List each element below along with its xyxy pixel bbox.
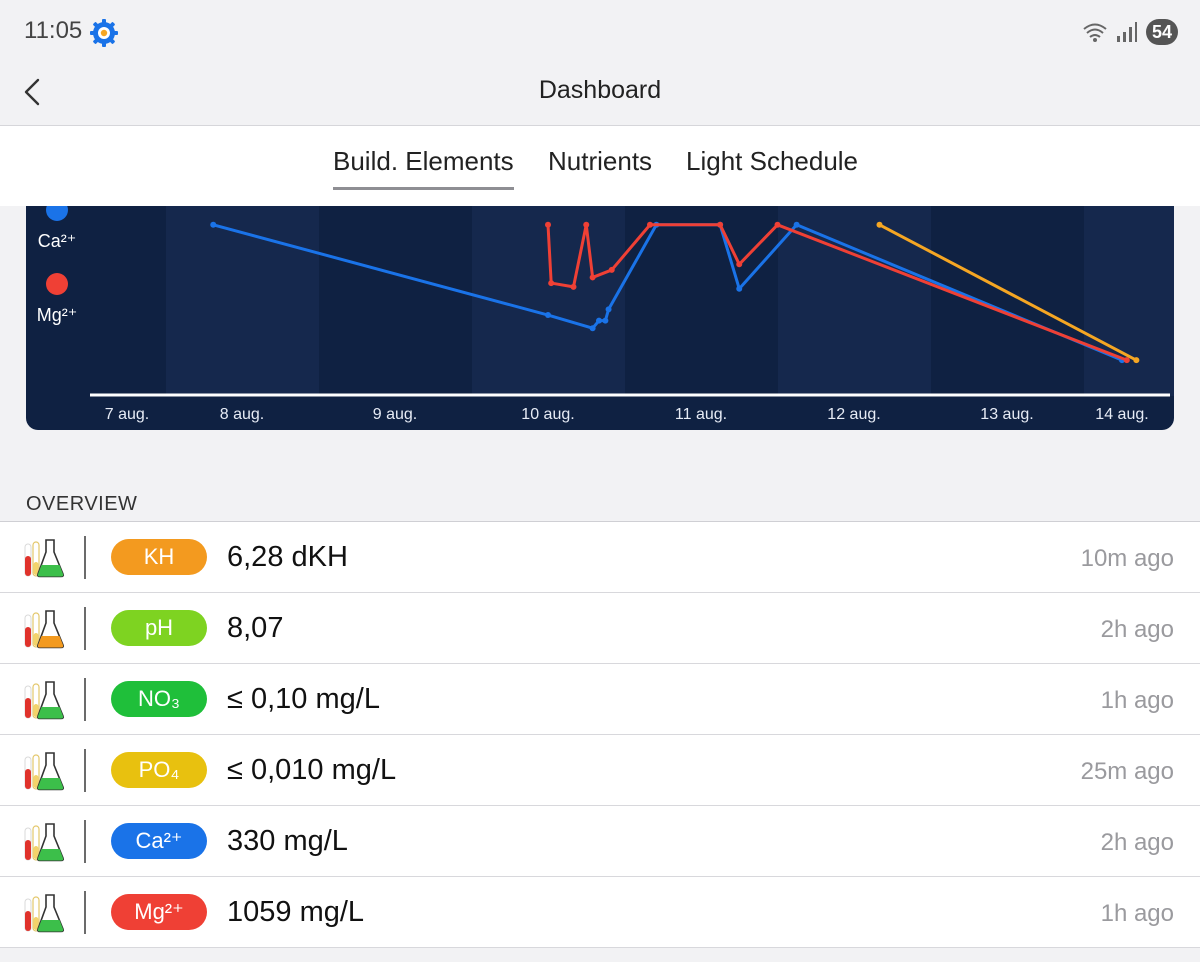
chart-x-tick-label: 7 aug.	[105, 406, 149, 423]
chart-data-point	[647, 221, 653, 228]
parameter-value: 6,28 dKH	[227, 541, 348, 573]
measurement-time: 1h ago	[1100, 900, 1174, 927]
parameter-badge: Ca²⁺	[111, 823, 207, 859]
measurement-time: 2h ago	[1100, 616, 1174, 643]
test-kit-flask-icon	[24, 823, 65, 862]
parameter-value: 8,07	[227, 612, 284, 644]
chart-data-point	[876, 221, 883, 228]
test-kit-flask-icon	[24, 752, 65, 791]
chart-x-tick-label: 11 aug.	[675, 406, 727, 423]
chart-day-band	[166, 206, 319, 396]
chart-data-point	[589, 325, 596, 332]
chart-data-point	[1133, 357, 1140, 364]
overview-list: KH 6,28 dKH 10m ago pH 8,07 2h ago NO₃ ≤…	[0, 521, 1200, 962]
clock: 11:05	[24, 17, 83, 44]
chart-legend-label: Ca²⁺	[38, 231, 77, 251]
parameter-badge: NO₃	[111, 681, 207, 717]
page-title: Dashboard	[538, 76, 662, 104]
chart-data-point	[736, 261, 743, 268]
chart-legend-dot	[46, 273, 68, 295]
overview-row[interactable]: KH 6,28 dKH 10m ago	[0, 522, 1200, 593]
settings-gear-icon	[90, 19, 118, 47]
parameter-badge: PO₄	[111, 752, 207, 788]
parameter-badge: KH	[111, 539, 207, 575]
row-divider	[84, 536, 86, 579]
build-elements-chart: 7 aug. 8 aug. 9 aug. 10 aug. 11 aug. 12 aug. 1…	[26, 206, 1174, 430]
chart-data-point	[548, 280, 555, 287]
chart-data-point	[545, 312, 551, 319]
chart-x-tick-label: 8 aug.	[220, 406, 264, 423]
parameter-value: ≤ 0,10 mg/L	[227, 683, 380, 715]
status-bar: 11:05 54	[0, 0, 1200, 60]
tab-build-elements[interactable]: Build. Elements	[333, 146, 514, 190]
chart-x-tick-label: 13 aug.	[980, 406, 1033, 423]
chart-day-band	[1084, 206, 1174, 396]
parameter-badge: Mg²⁺	[111, 894, 207, 930]
chart-data-point	[605, 306, 612, 313]
parameter-value: 330 mg/L	[227, 825, 348, 857]
chart-data-point	[545, 221, 551, 228]
chart-x-tick-label: 10 aug.	[521, 406, 574, 423]
chart-data-point	[596, 317, 602, 324]
overview-row[interactable]: pH 8,07 2h ago	[0, 593, 1200, 664]
test-kit-flask-icon	[24, 681, 65, 720]
parameter-value: ≤ 0,010 mg/L	[227, 754, 397, 786]
test-kit-flask-icon	[24, 894, 65, 933]
chart-data-point	[210, 221, 217, 228]
row-divider	[84, 820, 86, 863]
battery-indicator: 54	[1145, 19, 1178, 45]
overview-row[interactable]: Mg²⁺ 1059 mg/L 1h ago	[0, 877, 1200, 948]
row-divider	[84, 607, 86, 650]
chart-x-tick-label: 9 aug.	[373, 406, 417, 423]
tab-light-schedule[interactable]: Light Schedule	[686, 146, 858, 187]
overview-row[interactable]: NO₃ ≤ 0,10 mg/L 1h ago	[0, 664, 1200, 735]
overview-row[interactable]: Ca²⁺ 330 mg/L 2h ago	[0, 806, 1200, 877]
row-divider	[84, 749, 86, 792]
chart-data-point	[570, 283, 577, 290]
chart-canvas: 7 aug. 8 aug. 9 aug. 10 aug. 11 aug. 12 aug. 1…	[37, 206, 1174, 423]
tab-nutrients[interactable]: Nutrients	[548, 146, 652, 187]
navigation-bar: Dashboard	[0, 60, 1200, 126]
test-kit-flask-icon	[24, 610, 65, 649]
chart-data-point	[736, 285, 743, 292]
chart-data-point	[602, 317, 609, 324]
chart-series-line	[212, 223, 1123, 362]
overview-heading: OVERVIEW	[26, 493, 138, 515]
parameter-value: 1059 mg/L	[227, 896, 365, 928]
chart-x-tick-label: 14 aug.	[1095, 406, 1148, 423]
measurement-time: 1h ago	[1100, 687, 1174, 714]
row-divider	[84, 891, 86, 934]
chart-data-point	[583, 221, 590, 228]
signal-icon	[1116, 22, 1137, 42]
test-kit-flask-icon	[24, 539, 65, 578]
chart-data-point	[589, 274, 596, 281]
tab-bar: Build. Elements Nutrients Light Schedule	[0, 126, 1200, 206]
chart-x-tick-label: 12 aug.	[827, 406, 880, 423]
chart-data-point	[608, 266, 615, 273]
measurement-time: 2h ago	[1100, 829, 1174, 856]
row-divider	[84, 678, 86, 721]
measurement-time: 10m ago	[1080, 545, 1174, 572]
overview-row[interactable]: PO₄ ≤ 0,010 mg/L 25m ago	[0, 735, 1200, 806]
chart-legend-label: Mg²⁺	[37, 305, 78, 325]
chart-data-point	[793, 221, 800, 228]
wifi-icon	[1083, 23, 1107, 42]
chart-legend-dot	[46, 206, 68, 221]
chart-data-point	[717, 221, 724, 228]
chart-data-point	[1123, 357, 1130, 364]
measurement-time: 25m ago	[1080, 758, 1174, 785]
chart-data-point	[774, 221, 781, 228]
parameter-badge: pH	[111, 610, 207, 646]
system-icons: 54	[1082, 18, 1178, 46]
